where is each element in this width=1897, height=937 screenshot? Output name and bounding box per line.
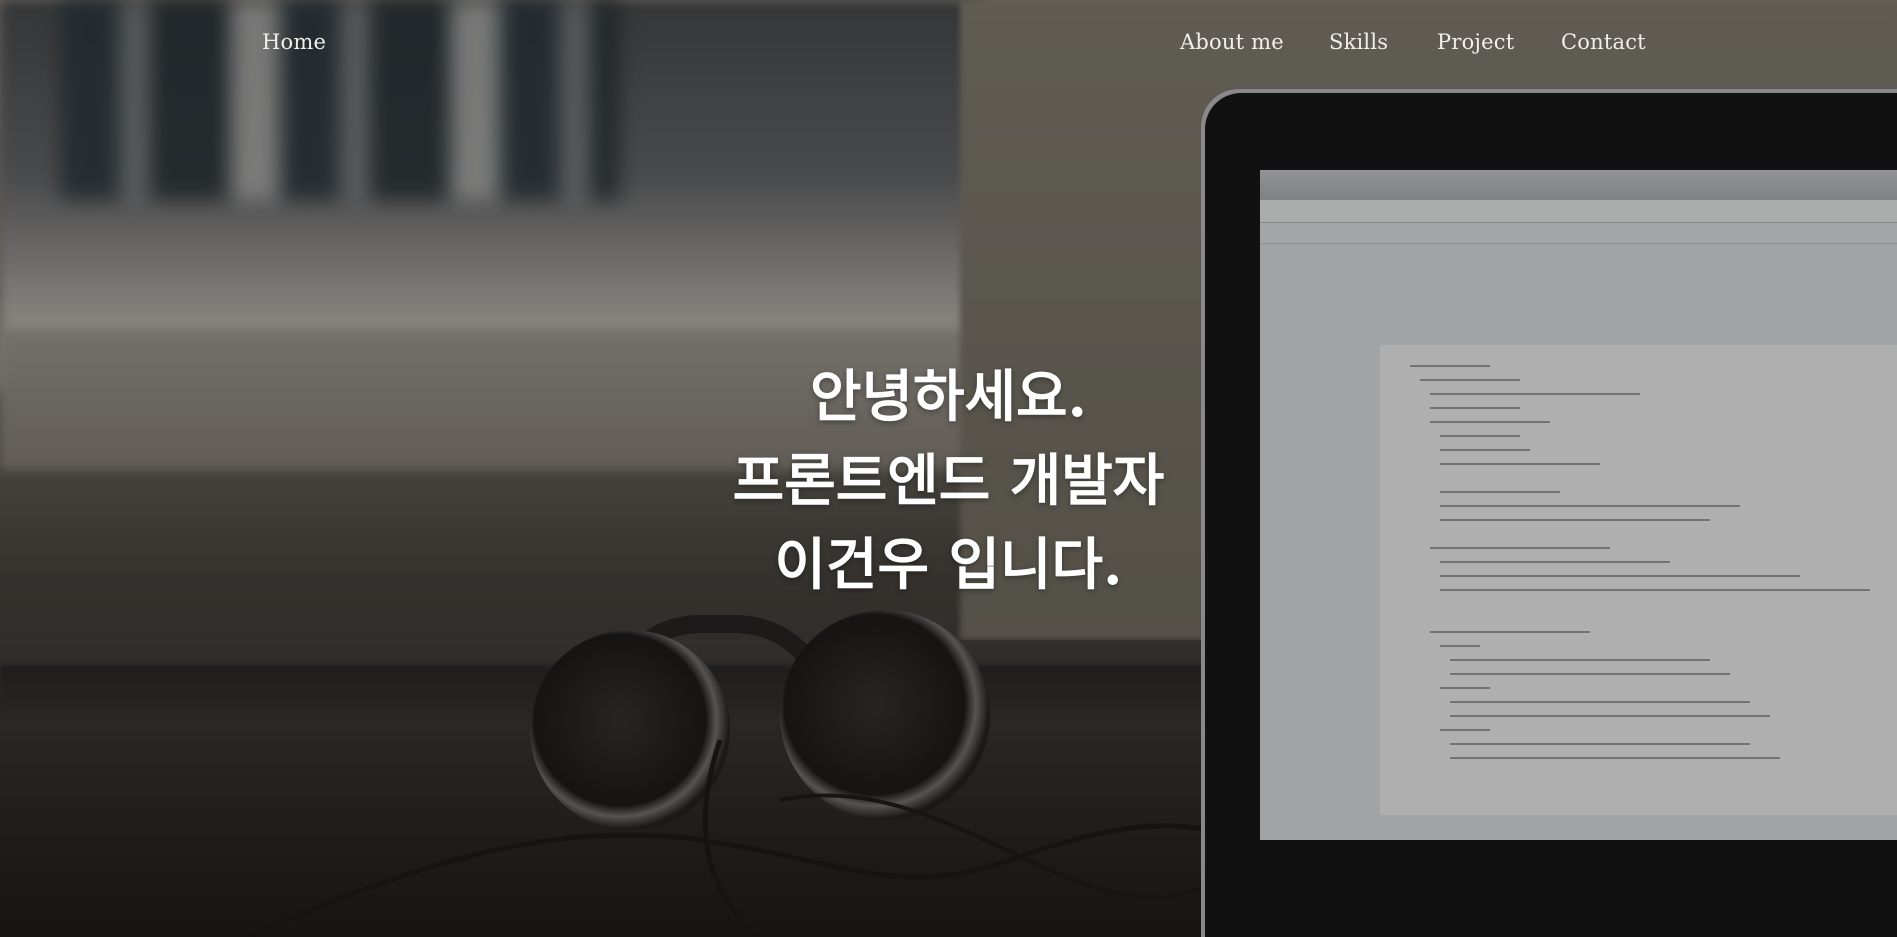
- hero-line-name: 이건우 입니다.: [774, 532, 1123, 598]
- hero-section: Home About me Skills Project Contact 안녕하…: [0, 0, 1897, 937]
- nav-link-skills[interactable]: Skills: [1329, 30, 1388, 54]
- nav-link-contact[interactable]: Contact: [1561, 30, 1646, 54]
- nav-link-project[interactable]: Project: [1437, 30, 1514, 54]
- hero-line-role: 프론트엔드 개발자: [732, 448, 1165, 514]
- hero-line-greeting: 안녕하세요.: [809, 364, 1088, 430]
- nav-link-home[interactable]: Home: [262, 30, 326, 54]
- nav-link-about-me[interactable]: About me: [1180, 30, 1284, 54]
- hero-headline: 안녕하세요. 프론트엔드 개발자 이건우 입니다.: [0, 355, 1897, 607]
- top-navigation: Home About me Skills Project Contact: [0, 0, 1897, 88]
